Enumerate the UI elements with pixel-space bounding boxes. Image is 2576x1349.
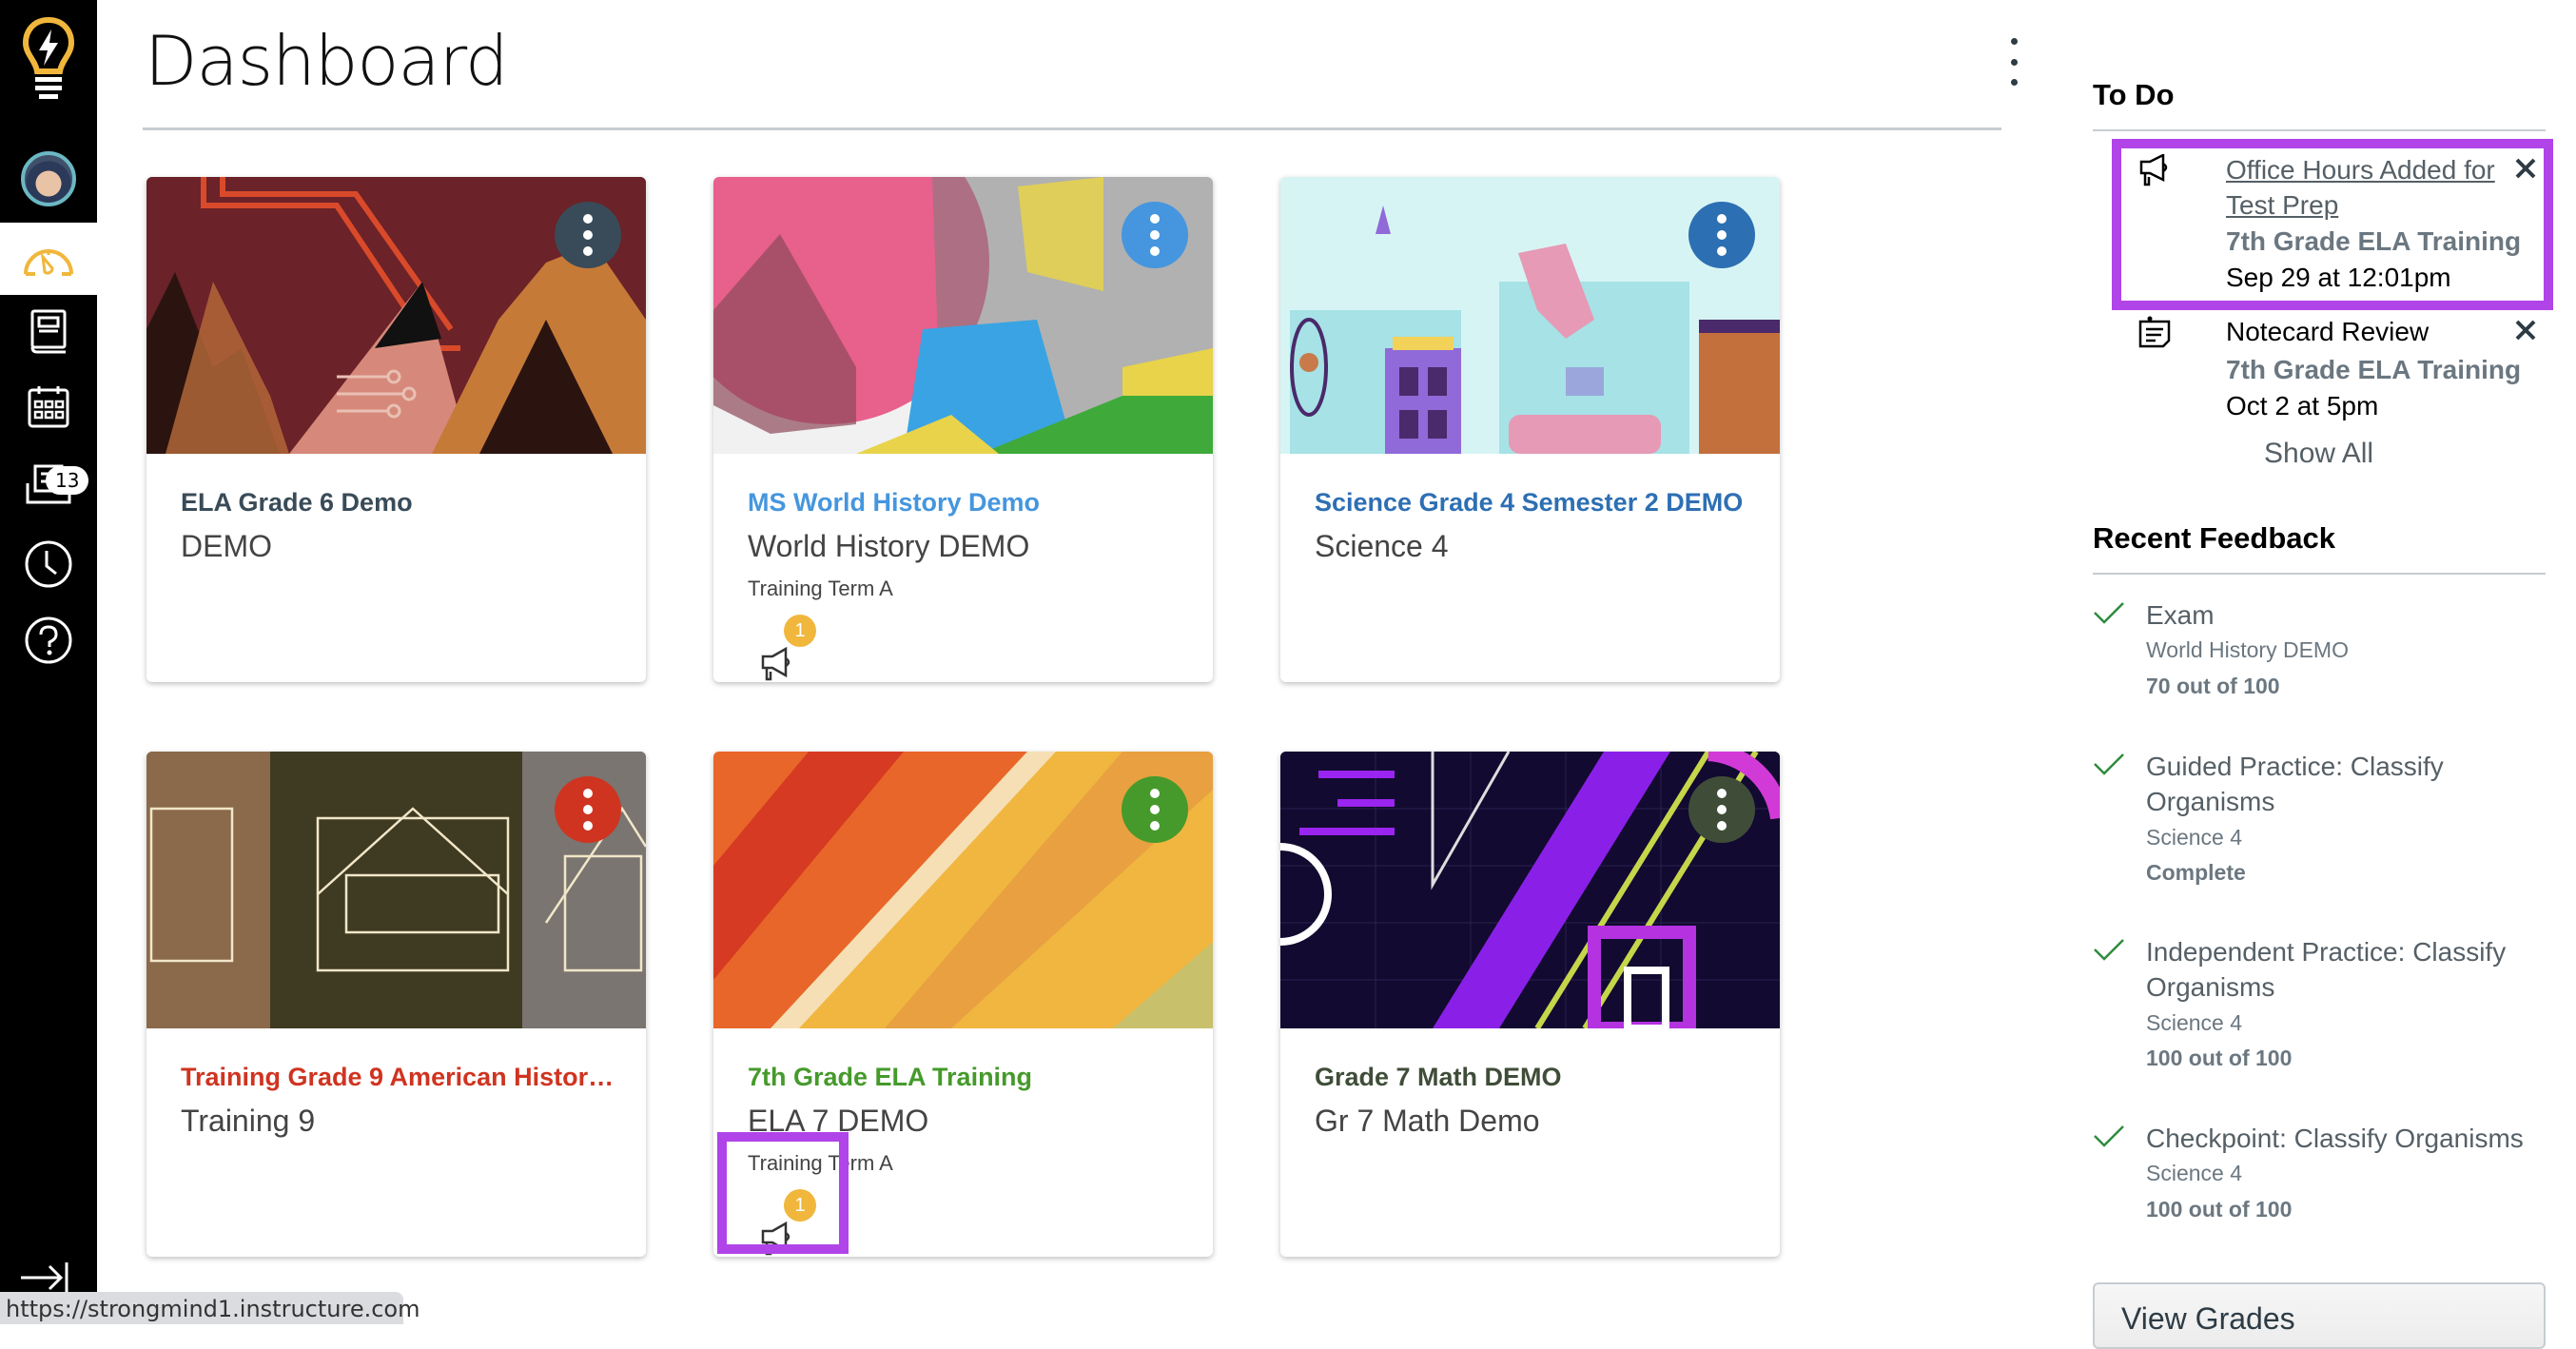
course-card[interactable]: Science Grade 4 Semester 2 DEMO Science … — [1280, 177, 1780, 682]
sidebar-item-calendar[interactable] — [0, 371, 97, 443]
book-icon — [30, 309, 67, 354]
card-options-button[interactable] — [1122, 202, 1188, 268]
course-card-code: DEMO — [181, 529, 272, 563]
clock-icon — [25, 540, 72, 588]
course-card-title[interactable]: 7th Grade ELA Training — [748, 1063, 1185, 1092]
lightbulb-logo-icon — [22, 16, 75, 99]
dismiss-todo-close-icon[interactable] — [2511, 154, 2540, 183]
course-card-title[interactable]: ELA Grade 6 Demo — [181, 488, 618, 518]
course-card-code: Training 9 — [181, 1104, 316, 1138]
course-card-term: Training Term A — [748, 1151, 893, 1175]
assignment-notecard-icon — [2138, 316, 2171, 348]
calendar-icon — [28, 386, 69, 428]
course-card-image[interactable] — [146, 177, 646, 454]
todo-divider — [2093, 129, 2546, 131]
course-card[interactable]: MS World History Demo World History DEMO… — [713, 177, 1213, 682]
feedback-item-title[interactable]: Exam — [2146, 597, 2546, 633]
feedback-item-course: Science 4 — [2146, 1010, 2243, 1035]
sidebar-item-history[interactable] — [0, 528, 97, 600]
course-card-image[interactable] — [1280, 177, 1780, 454]
feedback-item-score: 70 out of 100 — [2146, 674, 2280, 698]
course-card[interactable]: ELA Grade 6 Demo DEMO — [146, 177, 646, 682]
feedback-item-title[interactable]: Guided Practice: Classify Organisms — [2146, 749, 2546, 819]
feedback-item-score: 100 out of 100 — [2146, 1046, 2293, 1070]
global-nav: 13 — [0, 0, 97, 1324]
collapse-arrow-icon — [21, 1262, 68, 1293]
dashboard-gauge-icon — [24, 249, 73, 276]
course-card[interactable]: 7th Grade ELA Training ELA 7 DEMO Traini… — [713, 752, 1213, 1257]
todo-item-date: Sep 29 at 12:01pm — [2226, 263, 2451, 292]
course-card-title[interactable]: Grade 7 Math DEMO — [1315, 1063, 1752, 1092]
todo-item-title-link[interactable]: Office Hours Added for Test Prep — [2226, 152, 2511, 223]
feedback-divider — [2093, 573, 2546, 575]
course-card-code: World History DEMO — [748, 529, 1030, 563]
kebab-dot-icon — [2010, 79, 2018, 86]
kebab-dot-icon — [2010, 38, 2018, 45]
sidebar-item-courses[interactable] — [0, 295, 97, 367]
logo[interactable] — [0, 10, 97, 114]
feedback-item-score: Complete — [2146, 860, 2246, 885]
todo-heading: To Do — [2093, 78, 2175, 111]
checkmark-icon — [2094, 1125, 2124, 1147]
unread-count-badge: 1 — [784, 615, 816, 647]
course-card[interactable]: Grade 7 Math DEMO Gr 7 Math Demo — [1280, 752, 1780, 1257]
show-all-todo-link[interactable]: Show All — [2264, 438, 2373, 470]
right-sidebar: To Do Office Hours Added for Test Prep 7… — [2093, 0, 2576, 1349]
avatar — [21, 151, 76, 206]
announcements-button[interactable]: 1 — [755, 615, 816, 681]
sidebar-item-inbox[interactable]: 13 — [0, 447, 97, 519]
feedback-item-title[interactable]: Independent Practice: Classify Organisms — [2146, 934, 2546, 1005]
feedback-item-course: Science 4 — [2146, 1161, 2243, 1185]
sidebar-item-help[interactable] — [0, 604, 97, 676]
checkmark-icon — [2094, 753, 2124, 775]
todo-item-course: 7th Grade ELA Training — [2226, 226, 2522, 256]
card-options-button[interactable] — [555, 202, 621, 268]
course-card-code: Science 4 — [1315, 529, 1449, 563]
dashboard-options-button[interactable] — [2000, 38, 2028, 86]
feedback-item-course: World History DEMO — [2146, 637, 2349, 662]
kebab-dot-icon — [2010, 58, 2018, 66]
course-card-image[interactable] — [1280, 752, 1780, 1028]
announcement-icon — [2139, 154, 2168, 186]
page-title: Dashboard — [145, 21, 509, 101]
todo-item-date: Oct 2 at 5pm — [2226, 391, 2379, 420]
course-card-image[interactable] — [713, 177, 1213, 454]
card-options-button[interactable] — [1688, 776, 1755, 843]
course-card-title[interactable]: MS World History Demo — [748, 488, 1185, 518]
course-card-code: ELA 7 DEMO — [748, 1104, 929, 1138]
course-card-title[interactable]: Training Grade 9 American History... — [181, 1063, 618, 1092]
inbox-unread-badge: 13 — [46, 466, 89, 495]
feedback-item-title[interactable]: Checkpoint: Classify Organisms — [2146, 1121, 2546, 1156]
card-options-button[interactable] — [1688, 202, 1755, 268]
todo-item: Office Hours Added for Test Prep 7th Gra… — [2131, 152, 2549, 295]
feedback-item-course: Science 4 — [2146, 825, 2243, 850]
course-card-image[interactable] — [146, 752, 646, 1028]
course-card-image[interactable] — [713, 752, 1213, 1028]
card-options-button[interactable] — [555, 776, 621, 843]
recent-feedback-heading: Recent Feedback — [2093, 521, 2335, 555]
course-card[interactable]: Training Grade 9 American History... Tra… — [146, 752, 646, 1257]
course-card-code: Gr 7 Math Demo — [1315, 1104, 1540, 1138]
sidebar-item-dashboard[interactable] — [0, 223, 97, 295]
todo-item: Notecard Review 7th Grade ELA Training O… — [2131, 314, 2549, 428]
card-options-button[interactable] — [1122, 776, 1188, 843]
sidebar-item-account[interactable] — [0, 143, 97, 215]
todo-item-course: 7th Grade ELA Training — [2226, 355, 2522, 384]
todo-item-title[interactable]: Notecard Review — [2226, 314, 2429, 349]
announcements-button[interactable]: 1 — [755, 1189, 816, 1256]
view-grades-button[interactable]: View Grades — [2093, 1282, 2546, 1349]
help-icon — [25, 616, 72, 664]
checkmark-icon — [2094, 939, 2124, 961]
course-card-term: Training Term A — [748, 577, 893, 600]
feedback-item-score: 100 out of 100 — [2146, 1197, 2293, 1222]
announcement-icon — [761, 647, 790, 681]
unread-count-badge: 1 — [784, 1189, 816, 1222]
course-card-title[interactable]: Science Grade 4 Semester 2 DEMO — [1315, 488, 1752, 518]
checkmark-icon — [2094, 602, 2124, 624]
browser-status-url: https://strongmind1.instructure.com — [0, 1292, 420, 1324]
dismiss-todo-close-icon[interactable] — [2511, 316, 2540, 344]
main-content: Dashboard ELA Grade 6 Demo DEMO MS World… — [97, 0, 2093, 1324]
header-divider — [143, 127, 2001, 130]
announcement-icon — [761, 1222, 790, 1256]
